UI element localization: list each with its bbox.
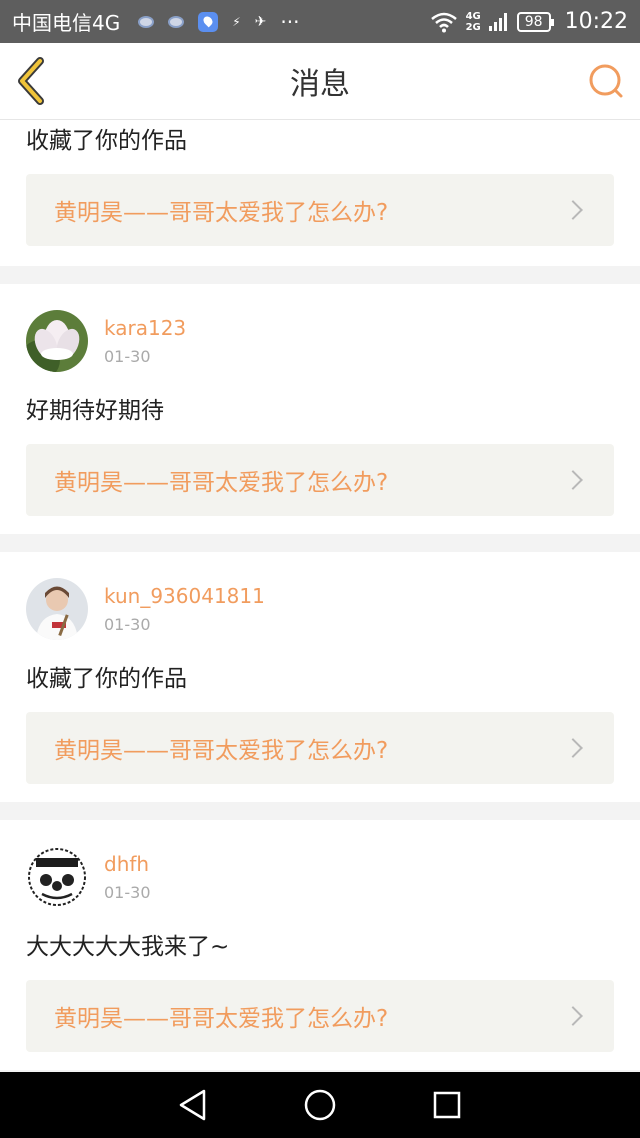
page-title: 消息 bbox=[290, 67, 350, 102]
avatar[interactable] bbox=[26, 310, 88, 372]
lotus-avatar-image bbox=[26, 310, 88, 372]
chevron-right-icon bbox=[563, 470, 583, 490]
bolt-icon: ⚡ bbox=[232, 14, 241, 29]
username-link[interactable]: dhfh bbox=[104, 850, 151, 878]
status-bar: 中国电信4G ⚡ ✈ ··· 4G 2G 98 10:22 bbox=[0, 0, 640, 43]
work-title: 黄明昊——哥哥太爱我了怎么办? bbox=[54, 1006, 389, 1032]
nav-recents-button[interactable] bbox=[427, 1085, 467, 1125]
avatar[interactable] bbox=[26, 846, 88, 908]
work-link[interactable]: 黄明昊——哥哥太爱我了怎么办? bbox=[26, 980, 614, 1052]
chevron-right-icon bbox=[563, 200, 583, 220]
clock: 10:22 bbox=[564, 9, 628, 34]
message-text: 收藏了你的作品 bbox=[26, 666, 187, 692]
work-link[interactable]: 黄明昊——哥哥太爱我了怎么办? bbox=[26, 174, 614, 246]
message-text: 收藏了你的作品 bbox=[26, 128, 187, 154]
circle-home-icon bbox=[304, 1089, 336, 1121]
chevron-right-icon bbox=[563, 738, 583, 758]
nav-home-button[interactable] bbox=[300, 1085, 340, 1125]
network-type: 4G 2G bbox=[465, 10, 481, 33]
message-feed[interactable]: 收藏了你的作品 黄明昊——哥哥太爱我了怎么办? kara123 01-30 好期… bbox=[0, 120, 640, 1072]
message-date: 01-30 bbox=[104, 615, 151, 634]
message-card: kun_936041811 01-30 收藏了你的作品 黄明昊——哥哥太爱我了怎… bbox=[0, 552, 640, 802]
triangle-back-icon bbox=[180, 1089, 206, 1121]
notification-icons: ⚡ ✈ ··· bbox=[138, 10, 299, 34]
message-header: dhfh 01-30 bbox=[26, 846, 614, 912]
back-button[interactable] bbox=[14, 57, 54, 105]
nav-back-button[interactable] bbox=[173, 1085, 213, 1125]
person-avatar-image bbox=[26, 578, 88, 640]
chevron-left-icon bbox=[18, 57, 44, 105]
message-text: 大大大大大我来了~ bbox=[26, 934, 230, 960]
message-date: 01-30 bbox=[104, 883, 151, 902]
title-bar: 消息 bbox=[0, 43, 640, 120]
work-title: 黄明昊——哥哥太爱我了怎么办? bbox=[54, 738, 389, 764]
more-notifications-icon: ··· bbox=[280, 9, 300, 34]
username-link[interactable]: kun_936041811 bbox=[104, 582, 265, 610]
wifi-icon bbox=[430, 12, 457, 32]
system-navigation-bar bbox=[0, 1072, 640, 1138]
battery-indicator: 98 bbox=[516, 11, 554, 32]
work-title: 黄明昊——哥哥太爱我了怎么办? bbox=[54, 200, 389, 226]
message-card: dhfh 01-30 大大大大大我来了~ 黄明昊——哥哥太爱我了怎么办? bbox=[0, 820, 640, 1070]
message-header: kun_936041811 01-30 bbox=[26, 578, 614, 644]
search-button[interactable] bbox=[586, 61, 626, 101]
work-title: 黄明昊——哥哥太爱我了怎么办? bbox=[54, 470, 389, 496]
signal-icon bbox=[488, 12, 507, 31]
chevron-right-icon bbox=[563, 1006, 583, 1026]
message-header: kara123 01-30 bbox=[26, 310, 614, 376]
sync-icon: ✈ bbox=[254, 13, 267, 30]
work-link[interactable]: 黄明昊——哥哥太爱我了怎么办? bbox=[26, 444, 614, 516]
location-app-icon bbox=[198, 11, 219, 32]
eye-app-icon bbox=[138, 15, 155, 28]
eye-app-icon bbox=[168, 15, 185, 28]
message-card: 收藏了你的作品 黄明昊——哥哥太爱我了怎么办? bbox=[0, 120, 640, 266]
avatar[interactable] bbox=[26, 578, 88, 640]
search-icon bbox=[589, 64, 623, 98]
carrier-label: 中国电信4G bbox=[12, 11, 121, 35]
message-card: kara123 01-30 好期待好期待 黄明昊——哥哥太爱我了怎么办? bbox=[0, 284, 640, 534]
message-text: 好期待好期待 bbox=[26, 398, 164, 424]
work-link[interactable]: 黄明昊——哥哥太爱我了怎么办? bbox=[26, 712, 614, 784]
username-link[interactable]: kara123 bbox=[104, 314, 186, 342]
square-recents-icon bbox=[433, 1091, 460, 1119]
message-date: 01-30 bbox=[104, 347, 151, 366]
sticker-avatar-image bbox=[26, 846, 88, 908]
